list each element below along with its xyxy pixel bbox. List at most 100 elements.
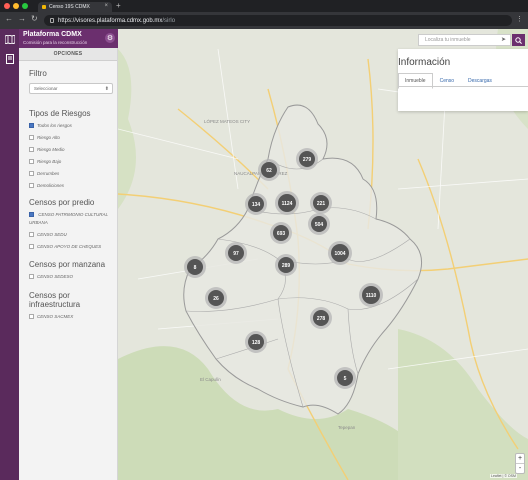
- checkbox-label: CENSO SACMEX: [37, 314, 74, 319]
- cluster-marker[interactable]: 97: [225, 242, 247, 264]
- checkbox-label: CENSO SEDU: [37, 232, 67, 237]
- favicon-icon: [42, 5, 46, 9]
- close-tab-icon[interactable]: ×: [104, 3, 108, 9]
- manzana-checkbox-sedeso[interactable]: CENSO SEDESO: [29, 274, 73, 279]
- checkbox-icon: [29, 183, 34, 188]
- checkbox-icon: [29, 274, 34, 279]
- predio-checkbox-patrimonio[interactable]: CENSO PATRIMONIO CULTURAL URBANA: [29, 211, 113, 227]
- layers-icon[interactable]: [3, 53, 16, 65]
- cluster-count: 5: [344, 376, 347, 382]
- cluster-marker[interactable]: 1004: [328, 241, 352, 265]
- filtro-select-value: Seleccionar: [34, 86, 58, 91]
- place-label: Tepepan: [338, 425, 356, 430]
- tipo-checkbox-alto[interactable]: Riesgo Alto: [29, 135, 60, 140]
- cluster-marker[interactable]: 504: [308, 213, 330, 235]
- cluster-marker[interactable]: 62: [258, 159, 280, 181]
- back-icon[interactable]: ←: [5, 14, 13, 23]
- cluster-marker[interactable]: 693: [270, 222, 292, 244]
- zoom-out-button[interactable]: -: [516, 464, 524, 474]
- tipo-checkbox-medio[interactable]: Riesgo Medio: [29, 147, 65, 152]
- app-brand: Plataforma CDMX: [23, 31, 82, 38]
- search-input[interactable]: Localiza tu inmueble ➤: [418, 34, 511, 46]
- panel-title: OPCIONES: [19, 48, 117, 61]
- cluster-count: 1110: [366, 293, 377, 299]
- map-icon[interactable]: [3, 33, 16, 45]
- cluster-count: 8: [194, 265, 197, 271]
- app: Plataforma CDMX Comisión para la reconst…: [0, 29, 528, 480]
- checkbox-icon: [29, 314, 34, 319]
- checkbox-label: Todos los riesgos: [37, 123, 72, 128]
- place-label: LÓPEZ MATEOS CITY: [204, 118, 250, 124]
- checkbox-label: CENSO APOYO DE CHEQUES: [37, 244, 102, 249]
- filtro-heading: Filtro: [29, 69, 47, 78]
- cluster-marker[interactable]: 8: [184, 256, 206, 278]
- app-header: Plataforma CDMX Comisión para la reconst…: [19, 29, 118, 48]
- minimize-window-icon[interactable]: [13, 3, 19, 9]
- predio-checkbox-cheques[interactable]: CENSO APOYO DE CHEQUES: [29, 244, 101, 249]
- infra-heading: Censos por infraestructura: [29, 291, 81, 309]
- browser-toolbar: ← → ↻ https://visores.plataforma.cdmx.go…: [0, 12, 528, 29]
- cluster-marker[interactable]: 26: [205, 287, 227, 309]
- reload-icon[interactable]: ↻: [31, 14, 38, 23]
- cluster-marker[interactable]: 278: [310, 307, 332, 329]
- browser-tab[interactable]: Censo 19S CDMX ×: [38, 2, 112, 12]
- map-attribution[interactable]: Leaflet | © OSM: [490, 474, 517, 478]
- left-toolbar: [0, 29, 19, 480]
- search-button[interactable]: [512, 34, 525, 46]
- cluster-marker[interactable]: 289: [275, 254, 297, 276]
- cluster-count: 97: [233, 251, 239, 257]
- tipo-checkbox-bajo[interactable]: Riesgo Bajo: [29, 159, 61, 164]
- cluster-count: 1124: [282, 201, 293, 207]
- url-host: https://visores.plataforma.cdmx.gob.mx: [58, 17, 163, 24]
- tipos-heading: Tipos de Riesgos: [29, 109, 91, 118]
- checkbox-label: Demoliciones: [37, 183, 65, 188]
- place-label: El Capulín: [200, 377, 221, 382]
- tabs-divider: [398, 86, 528, 87]
- checkbox-label: CENSO PATRIMONIO CULTURAL URBANA: [29, 212, 108, 225]
- cluster-count: 279: [303, 157, 312, 163]
- browser-tabbar: Censo 19S CDMX × +: [0, 0, 528, 12]
- screen: Censo 19S CDMX × + ← → ↻ https://visores…: [0, 0, 528, 480]
- search-placeholder: Localiza tu inmueble: [425, 37, 471, 43]
- url-path: /sirlo: [162, 17, 176, 24]
- cluster-count: 504: [315, 222, 324, 228]
- tipo-checkbox-demoliciones[interactable]: Demoliciones: [29, 183, 64, 188]
- new-tab-icon[interactable]: +: [116, 1, 121, 10]
- cluster-marker[interactable]: 5: [334, 367, 356, 389]
- checkbox-label: Riesgo Bajo: [37, 159, 62, 164]
- predio-checkbox-sedu[interactable]: CENSO SEDU: [29, 232, 67, 237]
- manzana-heading: Censos por manzana: [29, 260, 106, 269]
- cluster-count: 128: [252, 340, 261, 346]
- chevron-down-icon: ⬍: [104, 86, 109, 92]
- search-icon: [515, 36, 522, 44]
- locate-icon[interactable]: ➤: [501, 35, 506, 46]
- tipo-checkbox-derrumbes[interactable]: Derrumbes: [29, 171, 59, 176]
- settings-icon[interactable]: ⚙: [105, 33, 115, 43]
- checkbox-icon: [29, 147, 34, 152]
- checkbox-icon: [29, 232, 34, 237]
- filtro-select[interactable]: Seleccionar ⬍: [29, 83, 113, 94]
- cluster-marker[interactable]: 1110: [359, 283, 383, 307]
- forward-icon[interactable]: →: [18, 14, 26, 23]
- cluster-marker[interactable]: 221: [310, 192, 332, 214]
- browser-menu-icon[interactable]: ⋮: [516, 15, 523, 23]
- infra-checkbox-sacmex[interactable]: CENSO SACMEX: [29, 314, 73, 319]
- address-bar[interactable]: https://visores.plataforma.cdmx.gob.mx/s…: [44, 15, 512, 26]
- cluster-marker[interactable]: 128: [245, 331, 267, 353]
- checkbox-icon: [29, 171, 34, 176]
- cluster-count: 134: [252, 202, 261, 208]
- checkbox-icon: [29, 244, 34, 249]
- app-subtitle: Comisión para la reconstrucción: [23, 40, 88, 45]
- checkbox-icon: [29, 159, 34, 164]
- zoom-in-button[interactable]: +: [516, 454, 524, 464]
- url-text: https://visores.plataforma.cdmx.gob.mx/s…: [58, 18, 175, 24]
- close-window-icon[interactable]: [4, 3, 10, 9]
- maximize-window-icon[interactable]: [22, 3, 28, 9]
- cluster-marker[interactable]: 279: [296, 148, 318, 170]
- cluster-marker[interactable]: 1124: [275, 191, 299, 215]
- tipo-checkbox-todos[interactable]: Todos los riesgos: [29, 123, 72, 128]
- checkbox-icon: [29, 123, 34, 128]
- cluster-count: 278: [317, 316, 326, 322]
- checkbox-label: Derrumbes: [37, 171, 60, 176]
- cluster-marker[interactable]: 134: [245, 193, 267, 215]
